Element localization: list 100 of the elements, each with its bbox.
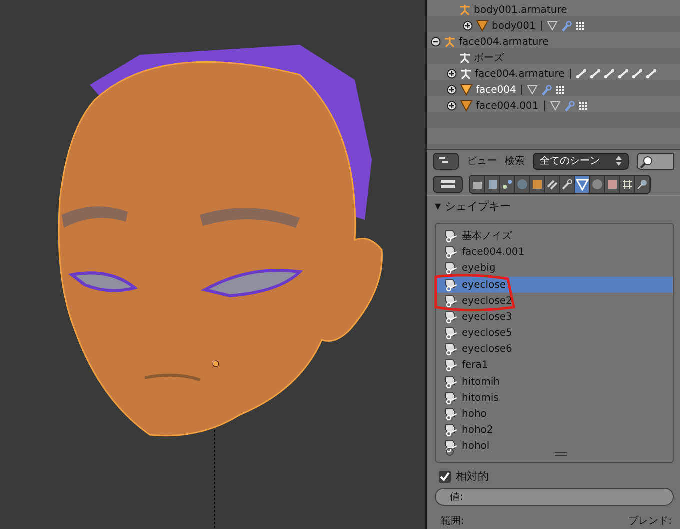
shape-key-icon — [444, 408, 458, 421]
shape-key-row[interactable]: eyeclose3 — [436, 309, 673, 326]
field-label: ブレンド: — [628, 514, 672, 529]
shape-key-icon — [444, 343, 458, 356]
dots-icon — [555, 85, 566, 95]
vertex-icon — [527, 85, 538, 95]
search-icon — [640, 154, 654, 169]
sphere-icon — [590, 178, 604, 191]
context-button[interactable] — [433, 176, 463, 193]
triangle-icon — [460, 100, 473, 112]
scene-tab[interactable] — [500, 176, 515, 193]
shape-key-icon — [444, 440, 458, 454]
shape-key-row[interactable]: hoho2 — [436, 422, 673, 439]
separator-bar — [540, 21, 542, 31]
separator-bar — [544, 101, 545, 111]
shape-key-icon — [444, 262, 458, 276]
collapse-arrow[interactable]: ▼ — [435, 200, 442, 213]
panel-header[interactable]: ▼ シェイプキー — [427, 195, 680, 218]
world-tab[interactable] — [515, 176, 530, 193]
outliner-item[interactable]: ポーズ — [474, 50, 504, 66]
physics-tab[interactable] — [635, 176, 650, 193]
editor-type-button[interactable] — [433, 152, 459, 170]
shape-key-row[interactable]: eyeclose5 — [436, 325, 673, 342]
figure-icon — [459, 52, 471, 64]
render-tab[interactable] — [470, 176, 485, 193]
texture-tab[interactable] — [605, 176, 620, 193]
separator-bar — [570, 69, 571, 79]
origin-dot — [212, 360, 220, 368]
bars-icon — [440, 179, 456, 190]
triangle-icon — [460, 84, 473, 96]
checkbox-label: 相対的 — [456, 468, 489, 485]
resize-grip[interactable] — [554, 452, 566, 456]
outliner-item[interactable]: face004.armature — [459, 34, 549, 50]
figure-icon — [444, 36, 456, 48]
bone-icon — [576, 69, 587, 79]
globe-icon — [516, 178, 528, 191]
dots-icon — [574, 21, 585, 31]
modifiers-tab[interactable] — [560, 176, 575, 193]
bone-icon — [632, 69, 643, 79]
plus-circle-icon[interactable] — [447, 101, 457, 111]
shape-key-icon — [444, 294, 458, 308]
shape-key-row[interactable]: 基本ノイズ — [436, 228, 673, 245]
bone-icon — [618, 69, 629, 79]
shape-key-icon — [444, 310, 458, 324]
3d-viewport[interactable] — [0, 0, 425, 529]
plus-circle-icon[interactable] — [447, 85, 457, 95]
layers-tab[interactable] — [485, 176, 500, 193]
wrench-icon — [564, 100, 575, 112]
outliner-item[interactable]: face004.armature — [475, 66, 565, 82]
bone-icon — [646, 69, 657, 79]
wrench-icon — [560, 178, 574, 191]
triangle-icon — [476, 20, 489, 32]
scene-dropdown[interactable]: 全てのシーン — [533, 152, 629, 170]
constraints-tab[interactable] — [545, 176, 560, 193]
add-circle-icon[interactable] — [446, 448, 454, 456]
field-label: 範囲: — [441, 515, 464, 529]
updown-icon — [616, 156, 622, 166]
shape-key-row[interactable]: hitomih — [436, 374, 673, 390]
minus-circle-icon[interactable] — [431, 37, 441, 47]
vertex-icon — [550, 101, 561, 111]
wrench-icon — [541, 84, 552, 96]
menu-item[interactable]: ビュー — [467, 154, 497, 169]
shape-key-row[interactable]: face004.001 — [436, 244, 673, 261]
shape-key-row[interactable]: eyeclose — [436, 276, 673, 294]
triangle-icon — [576, 178, 588, 191]
shape-key-icon — [444, 327, 458, 340]
panel-title: シェイプキー — [445, 198, 512, 215]
shape-key-row[interactable]: hohol — [436, 438, 673, 455]
value-field[interactable]: 値: — [435, 488, 674, 506]
figure-icon — [460, 68, 472, 80]
shape-key-icon — [444, 230, 458, 243]
material-tab[interactable] — [590, 176, 605, 193]
object-tab[interactable] — [530, 176, 545, 193]
shape-key-row[interactable]: hitomis — [436, 390, 673, 406]
particles-tab[interactable] — [620, 176, 635, 193]
outliner-item[interactable]: body001.armature — [474, 2, 568, 18]
wrench-icon — [560, 20, 572, 32]
shape-key-row[interactable]: fera1 — [436, 358, 673, 374]
checkbox[interactable] — [439, 470, 451, 483]
search-field[interactable] — [637, 152, 674, 170]
outliner-item[interactable]: body001 — [492, 18, 536, 34]
shape-key-row[interactable]: hoho — [436, 406, 673, 423]
separator-bar — [521, 85, 522, 95]
vertex-icon — [546, 21, 558, 31]
grid-icon — [620, 178, 634, 191]
shape-key-icon — [444, 246, 458, 260]
shape-key-icon — [444, 278, 458, 292]
bone-icon — [590, 69, 601, 79]
data-tab[interactable] — [575, 176, 590, 193]
menu-item[interactable]: 検索 — [505, 154, 525, 169]
plus-circle-icon[interactable] — [463, 21, 473, 31]
shape-key-row[interactable]: eyebig — [436, 260, 673, 277]
bone-icon — [604, 69, 615, 79]
outliner-item[interactable]: face004.001 — [476, 98, 539, 114]
shape-key-row[interactable]: eyeclose2 — [436, 293, 673, 310]
plus-circle-icon[interactable] — [447, 69, 457, 79]
shape-key-row[interactable]: eyeclose6 — [436, 342, 673, 358]
figure-icon — [459, 4, 471, 16]
outliner-item[interactable]: face004 — [476, 82, 516, 98]
shape-key-icon — [444, 424, 458, 438]
